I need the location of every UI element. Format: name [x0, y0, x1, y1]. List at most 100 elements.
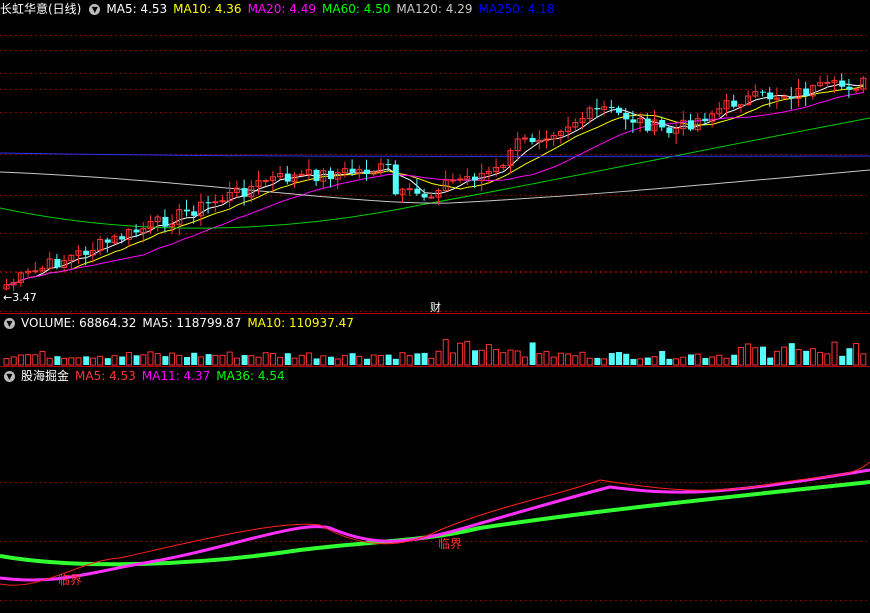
volume-bar	[831, 341, 838, 366]
volume-bar	[154, 353, 161, 366]
volume-bar	[536, 353, 543, 366]
volume-bar	[839, 355, 846, 365]
volume-bar	[25, 354, 32, 366]
signal-label: 临界	[438, 537, 462, 551]
volume-bar	[507, 349, 514, 366]
volume-bar	[377, 354, 384, 366]
candle-body	[788, 96, 795, 99]
volume-bar	[623, 353, 630, 365]
candle-body	[666, 127, 673, 134]
volume-bar	[773, 350, 780, 366]
volume-bar	[349, 353, 356, 365]
volume-bar	[83, 356, 90, 365]
volume-bar	[781, 346, 788, 366]
signal-label: 临界	[58, 573, 82, 587]
volume-bar	[385, 354, 392, 365]
candle-body	[349, 168, 356, 174]
volume-bar	[313, 358, 320, 365]
volume-bar	[75, 357, 82, 366]
volume-bar	[659, 351, 666, 365]
volume-bar	[125, 351, 132, 366]
volume-bar	[579, 351, 586, 366]
volume-bar	[673, 358, 680, 366]
finance-marker[interactable]: 财	[430, 300, 441, 314]
volume-bar	[485, 344, 492, 366]
candle-body	[529, 138, 536, 143]
volume-bar	[521, 356, 528, 366]
volume-bar	[140, 354, 147, 366]
volume-bar	[572, 355, 579, 366]
volume-bar	[586, 357, 593, 366]
volume-bar	[133, 355, 140, 365]
volume-bar	[745, 343, 752, 366]
volume-bar	[421, 352, 428, 365]
volume-bar	[752, 347, 759, 366]
candle-body	[472, 176, 478, 181]
volume-bar	[644, 357, 651, 365]
volume-bar	[219, 354, 226, 366]
candle-body	[594, 108, 601, 110]
ma120-line	[0, 169, 870, 204]
volume-bar	[269, 352, 276, 366]
volume-bar	[601, 358, 608, 366]
volume-bar	[767, 357, 774, 365]
volume-bar	[184, 356, 190, 365]
volume-bar	[731, 354, 738, 365]
ma10-line	[6, 85, 864, 286]
volume-bar	[277, 356, 284, 366]
volume-bar	[191, 352, 198, 365]
volume-bar	[457, 342, 464, 366]
candle-body	[421, 193, 428, 198]
candle-body	[760, 91, 766, 93]
volume-bar	[795, 349, 802, 366]
volume-bar	[637, 358, 644, 366]
volume-bar	[364, 358, 370, 365]
candle-body	[385, 163, 392, 165]
indicator-lines	[0, 461, 870, 586]
candle-body	[853, 88, 860, 91]
candle-body	[428, 196, 435, 199]
volume-bar	[212, 355, 219, 366]
volume-bar	[32, 354, 39, 366]
volume-bar	[803, 350, 810, 365]
volume-bar	[226, 351, 233, 366]
ma60-line	[0, 117, 870, 229]
volume-bar	[255, 356, 262, 366]
volume-bar	[46, 357, 53, 366]
candle-body	[184, 209, 190, 212]
volume-bar	[162, 356, 169, 365]
volume-bar	[111, 355, 118, 366]
volume-bar	[241, 355, 248, 365]
volume-bar	[176, 354, 183, 366]
candle-body	[457, 178, 464, 181]
stock-chart[interactable]: ←3.47 财 临界 临界	[0, 0, 870, 613]
candle-body	[824, 81, 831, 84]
volume-bar	[54, 356, 61, 365]
candle-body	[205, 202, 212, 204]
candle-body	[104, 239, 111, 243]
volume-bar	[147, 351, 154, 366]
volume-bar	[478, 349, 485, 366]
volume-bar	[702, 358, 709, 365]
candle-body	[212, 201, 219, 204]
volume-bar	[824, 353, 831, 366]
volume-bar	[817, 351, 824, 366]
candle-body	[659, 119, 666, 128]
volume-bar	[630, 358, 637, 365]
volume-bar	[723, 357, 730, 366]
volume-bar	[616, 352, 622, 365]
volume-bar	[694, 353, 701, 366]
volume-bar	[119, 356, 126, 365]
candle-body	[392, 164, 399, 195]
candle-body	[328, 170, 334, 180]
volume-bar	[709, 356, 716, 366]
candle-body	[191, 211, 198, 216]
volume-bar	[305, 352, 312, 366]
volume-bar	[550, 356, 557, 366]
volume-bar	[399, 352, 406, 366]
volume-bar	[328, 356, 334, 365]
volume-bar	[449, 352, 456, 366]
candle-body	[846, 86, 853, 90]
volume-bar	[543, 350, 550, 366]
candle-body	[83, 250, 90, 255]
